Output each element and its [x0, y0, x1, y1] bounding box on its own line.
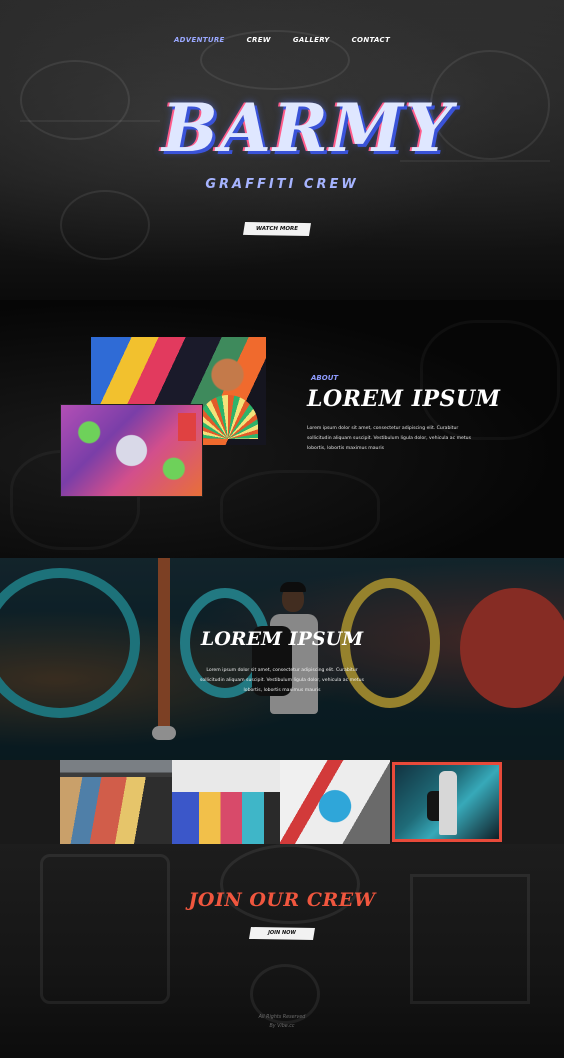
feature-title: LOREM IPSUM: [200, 628, 364, 650]
gallery-image-mural[interactable]: [280, 760, 390, 844]
about-body: Lorem ipsum dolor sit amet, consectetur …: [307, 426, 471, 451]
background-graffiti: [40, 854, 170, 1004]
footer-copyright: All Rights Reserved: [258, 1015, 306, 1020]
main-nav: ADVENTURE CREW GALLERY CONTACT: [0, 36, 564, 44]
about-photo-mural: [60, 404, 203, 497]
background-graffiti: [220, 844, 360, 924]
background-graffiti: [220, 470, 380, 550]
photo-detail: [198, 395, 258, 439]
hero-section: ADVENTURE CREW GALLERY CONTACT BARMY GRA…: [0, 0, 564, 300]
photo-detail: [439, 771, 457, 835]
background-graffiti: [420, 320, 560, 440]
gallery-image-building[interactable]: [60, 760, 172, 844]
join-title: JOIN OUR CREW: [188, 889, 376, 911]
wall-graffiti: [20, 60, 130, 140]
footer: All Rights Reserved By Vibe.cc: [0, 1013, 564, 1031]
wall-graffiti: [60, 190, 150, 260]
overlay: [0, 558, 564, 760]
footer-credit: By Vibe.cc: [269, 1024, 295, 1029]
nav-item-crew[interactable]: CREW: [245, 36, 273, 44]
feature-banner: [0, 558, 564, 760]
watch-more-button[interactable]: WATCH MORE: [243, 222, 311, 236]
about-title: LOREM IPSUM: [307, 386, 501, 412]
feature-body: Lorem ipsum dolor sit amet, consectetur …: [200, 668, 364, 693]
photo-detail: [178, 413, 196, 441]
nav-item-gallery[interactable]: GALLERY: [291, 36, 332, 44]
nav-item-contact[interactable]: CONTACT: [350, 36, 392, 44]
gallery-image-selected[interactable]: [392, 762, 502, 842]
join-now-button[interactable]: JOIN NOW: [249, 927, 315, 940]
hero-subtitle: GRAFFITI CREW: [205, 177, 359, 192]
gallery-image-wall[interactable]: [172, 760, 280, 844]
brand-logo-text: BARMY: [162, 89, 455, 167]
about-eyebrow: ABOUT: [311, 374, 339, 382]
brand-logo: BARMY: [162, 89, 455, 167]
about-section: [0, 300, 564, 558]
nav-item-adventure[interactable]: ADVENTURE: [172, 36, 227, 44]
